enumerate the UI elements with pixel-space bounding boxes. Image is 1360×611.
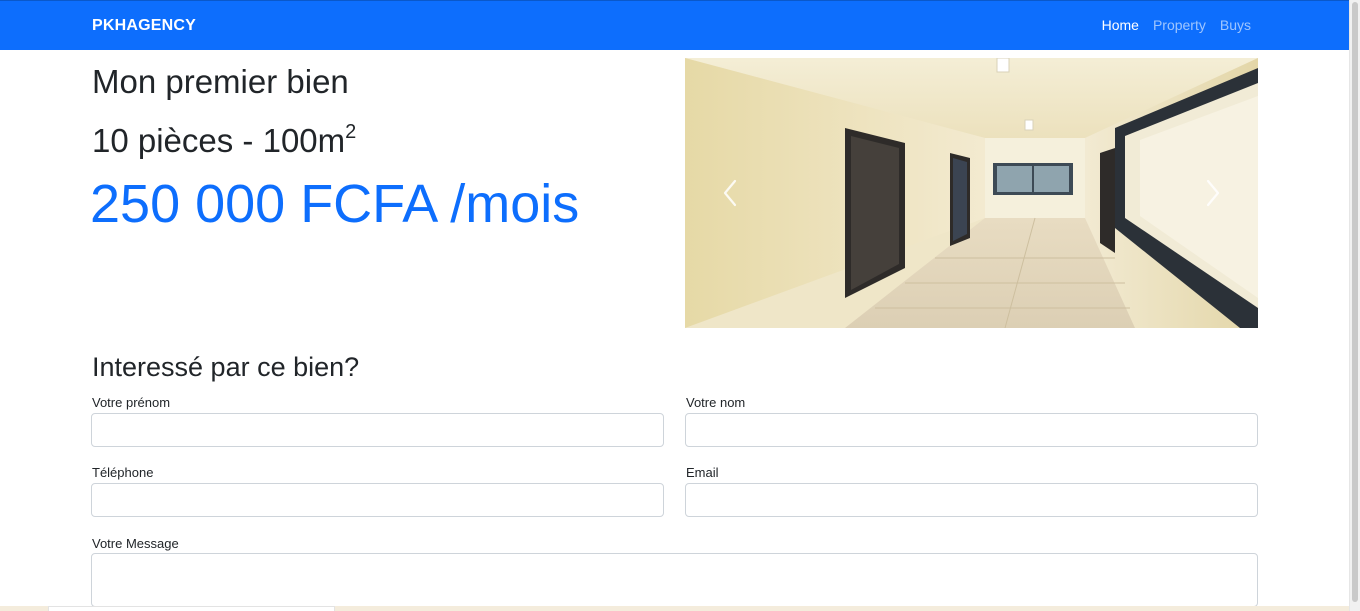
page-scrollbar[interactable]: [1349, 0, 1360, 611]
contact-form-heading: Interessé par ce bien?: [92, 352, 360, 382]
email-label: Email: [686, 465, 719, 480]
chevron-left-icon: [723, 179, 737, 207]
listing-rooms-area: 10 pièces - 100m2: [92, 112, 356, 161]
listing-title: Mon premier bien: [92, 63, 349, 100]
message-textarea[interactable]: [91, 553, 1258, 607]
chevron-right-icon: [1206, 179, 1220, 207]
carousel-next-button[interactable]: [1168, 58, 1258, 328]
first-name-input[interactable]: [91, 413, 664, 447]
scrollbar-thumb[interactable]: [1352, 2, 1358, 602]
carousel-prev-button[interactable]: [685, 58, 775, 328]
nav-link-buys[interactable]: Buys: [1220, 17, 1251, 33]
page-bottom-tab: [48, 606, 335, 611]
listing-price: 250 000 FCFA /mois: [90, 174, 580, 234]
phone-input[interactable]: [91, 483, 664, 517]
message-label: Votre Message: [92, 536, 179, 551]
last-name-label: Votre nom: [686, 395, 746, 410]
top-navbar: PKHAGENCY Home Property Buys: [0, 0, 1349, 50]
area-exponent: 2: [345, 121, 357, 143]
rooms-area-text: 10 pièces - 100m: [92, 122, 346, 159]
nav-link-property[interactable]: Property: [1153, 17, 1206, 33]
last-name-input[interactable]: [685, 413, 1258, 447]
nav-links: Home Property Buys: [1102, 17, 1251, 33]
brand-logo[interactable]: PKHAGENCY: [92, 17, 196, 35]
first-name-label: Votre prénom: [92, 395, 171, 410]
email-input[interactable]: [685, 483, 1258, 517]
property-image-carousel[interactable]: [685, 58, 1258, 328]
nav-link-home[interactable]: Home: [1102, 17, 1139, 33]
phone-label: Téléphone: [92, 465, 154, 480]
